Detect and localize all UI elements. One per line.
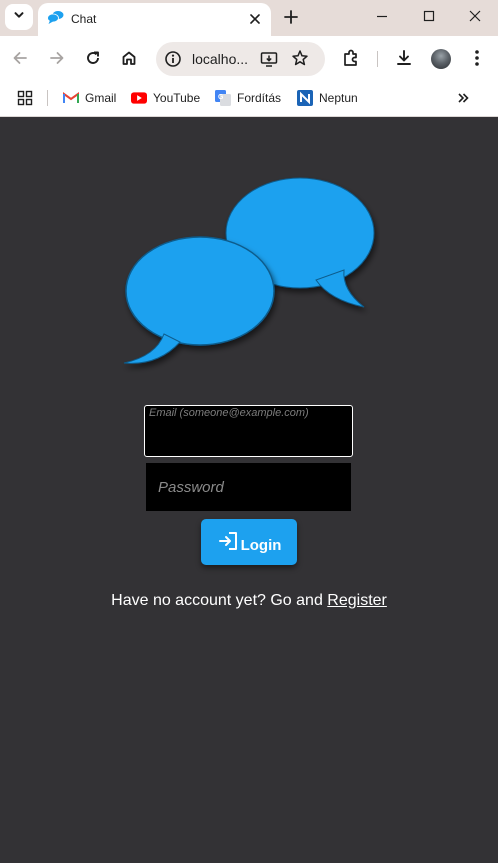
bookmark-forditas[interactable]: G Fordítás <box>215 89 281 107</box>
bookmark-gmail[interactable]: Gmail <box>63 89 116 107</box>
svg-text:G: G <box>218 94 224 101</box>
install-app-icon[interactable] <box>260 50 278 73</box>
home-icon[interactable] <box>119 48 139 68</box>
window-close-icon[interactable] <box>467 8 483 29</box>
bookmarks-divider <box>47 90 48 106</box>
tab-strip: Chat <box>0 0 498 36</box>
tab-search-button[interactable] <box>5 4 33 30</box>
email-field[interactable]: Email (someone@example.com) <box>144 405 353 457</box>
back-arrow-icon[interactable] <box>10 48 30 68</box>
login-button-label: Login <box>240 536 282 554</box>
bookmark-label: Fordítás <box>237 91 282 105</box>
browser-toolbar: localho... <box>0 36 498 81</box>
gmail-icon <box>63 90 79 106</box>
chat-favicon-icon <box>47 10 64 30</box>
info-icon[interactable] <box>164 50 182 73</box>
reload-icon[interactable] <box>83 48 103 68</box>
extensions-icon[interactable] <box>341 48 361 68</box>
translate-icon: G <box>215 90 231 106</box>
download-icon[interactable] <box>394 48 414 68</box>
register-prompt-text: Have no account yet? Go and <box>111 592 328 609</box>
address-bar[interactable]: localho... <box>156 42 325 76</box>
close-icon[interactable] <box>247 11 263 32</box>
chat-bubbles-logo-icon <box>118 174 380 381</box>
star-icon[interactable] <box>291 49 309 72</box>
url-text: localho... <box>192 51 249 67</box>
minimize-icon[interactable] <box>374 8 390 29</box>
login-button[interactable]: Login <box>201 519 297 565</box>
email-input[interactable] <box>145 406 352 456</box>
neptun-icon <box>297 90 313 106</box>
bookmark-label: YouTube <box>153 91 201 105</box>
bookmark-neptun[interactable]: Neptun <box>297 89 358 107</box>
more-vert-icon[interactable] <box>467 48 487 68</box>
password-input[interactable] <box>146 463 351 511</box>
youtube-icon <box>131 90 147 106</box>
toolbar-divider <box>377 51 378 67</box>
bookmarks-bar: Gmail YouTube G Fordítás Neptun <box>0 81 498 117</box>
maximize-icon[interactable] <box>421 8 437 29</box>
bookmark-youtube[interactable]: YouTube <box>131 89 200 107</box>
apps-grid-icon[interactable] <box>15 88 35 108</box>
forward-arrow-icon[interactable] <box>47 48 67 68</box>
tab-chat[interactable]: Chat <box>38 3 271 36</box>
login-page: Email (someone@example.com) Login Have n… <box>0 117 498 863</box>
register-prompt: Have no account yet? Go and Register <box>0 592 498 610</box>
chevron-down-icon <box>13 8 25 26</box>
password-field[interactable] <box>146 463 351 511</box>
profile-avatar[interactable] <box>431 49 451 69</box>
plus-icon[interactable] <box>282 8 300 31</box>
chevron-double-right-icon[interactable] <box>453 88 473 108</box>
bookmark-label: Neptun <box>319 91 358 105</box>
tab-title: Chat <box>71 12 97 26</box>
register-link[interactable]: Register <box>327 592 387 609</box>
bookmark-label: Gmail <box>85 91 117 105</box>
login-icon <box>217 530 239 555</box>
